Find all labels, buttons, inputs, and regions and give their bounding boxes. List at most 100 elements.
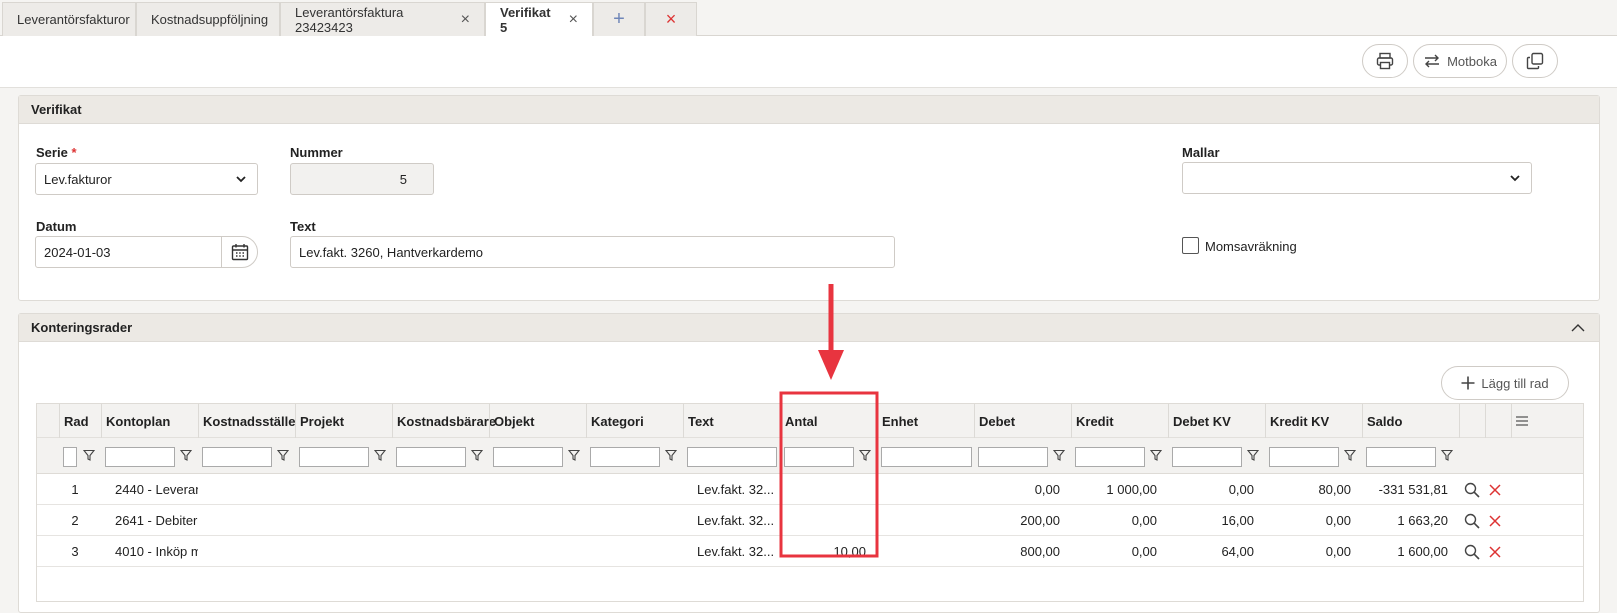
mallar-select[interactable] xyxy=(1182,162,1532,194)
delete-icon[interactable] xyxy=(1489,505,1507,536)
print-button[interactable] xyxy=(1362,44,1408,78)
motboka-button[interactable]: Motboka xyxy=(1413,44,1507,78)
cell-antal[interactable] xyxy=(780,505,866,536)
filter-checkbox[interactable] xyxy=(63,447,77,467)
table-row[interactable]: 3 4010 - Inköp ma Lev.fakt. 32... 10,00 … xyxy=(37,536,1583,567)
cell-text[interactable]: Lev.fakt. 32... xyxy=(697,536,777,567)
search-icon[interactable] xyxy=(1464,505,1484,536)
toolbar: Motboka xyxy=(0,36,1617,88)
filter-input-saldo[interactable] xyxy=(1366,447,1436,467)
filter-icon[interactable] xyxy=(82,449,96,464)
chevron-up-icon[interactable] xyxy=(1571,322,1585,334)
filter-icon[interactable] xyxy=(567,449,581,464)
filter-icon[interactable] xyxy=(1052,449,1066,464)
delete-icon[interactable] xyxy=(1489,474,1507,505)
cell-kredit-kv[interactable]: 80,00 xyxy=(1265,474,1351,505)
cell-debet-kv[interactable]: 0,00 xyxy=(1168,474,1254,505)
column-header-enhet[interactable]: Enhet xyxy=(877,404,974,438)
column-header-debet[interactable]: Debet xyxy=(974,404,1071,438)
calendar-button[interactable] xyxy=(221,236,258,268)
column-header-text[interactable]: Text xyxy=(683,404,780,438)
filter-icon[interactable] xyxy=(1440,449,1454,464)
text-input[interactable]: Lev.fakt. 3260, Hantverkardemo xyxy=(290,236,895,268)
cell-kredit-kv[interactable]: 0,00 xyxy=(1265,505,1351,536)
column-header-objekt[interactable]: Objekt xyxy=(489,404,586,438)
close-icon[interactable]: × xyxy=(461,11,470,29)
filter-input-kostnadsstalle[interactable] xyxy=(202,447,272,467)
column-header-rad[interactable]: Rad xyxy=(59,404,101,438)
table-row[interactable]: 2 2641 - Debiterac Lev.fakt. 32... 200,0… xyxy=(37,505,1583,536)
cell-debet[interactable]: 800,00 xyxy=(974,536,1060,567)
column-header-antal[interactable]: Antal xyxy=(780,404,877,438)
column-header-kategori[interactable]: Kategori xyxy=(586,404,683,438)
cell-debet-kv[interactable]: 64,00 xyxy=(1168,536,1254,567)
filter-input-debet-kv[interactable] xyxy=(1172,447,1242,467)
delete-icon[interactable] xyxy=(1489,536,1507,567)
filter-icon[interactable] xyxy=(664,449,678,464)
datum-input[interactable]: 2024-01-03 xyxy=(35,236,222,268)
cell-saldo: -331 531,81 xyxy=(1378,482,1448,497)
cell-kontoplan[interactable]: 2641 - Debiterac xyxy=(115,505,198,536)
add-tab-button[interactable]: + xyxy=(593,2,645,36)
filter-input-enhet[interactable] xyxy=(881,447,972,467)
filter-icon[interactable] xyxy=(1246,449,1260,464)
cell-debet-kv[interactable]: 16,00 xyxy=(1168,505,1254,536)
cell-kontoplan[interactable]: 2440 - Leverantö xyxy=(115,474,198,505)
required-marker: * xyxy=(71,145,77,160)
cell-antal[interactable] xyxy=(780,474,866,505)
cell-text[interactable]: Lev.fakt. 32... xyxy=(697,474,777,505)
cell-antal[interactable]: 10,00 xyxy=(780,536,866,567)
cell-kredit[interactable]: 0,00 xyxy=(1071,505,1157,536)
copy-button[interactable] xyxy=(1512,44,1558,78)
column-header-kostnadsbarare[interactable]: Kostnadsbärare xyxy=(392,404,496,438)
filter-icon[interactable] xyxy=(373,449,387,464)
column-header-projekt[interactable]: Projekt xyxy=(295,404,392,438)
filter-input-objekt[interactable] xyxy=(493,447,563,467)
filter-icon[interactable] xyxy=(276,449,290,464)
column-header-saldo[interactable]: Saldo xyxy=(1362,404,1459,438)
cell-kredit-kv[interactable]: 0,00 xyxy=(1265,536,1351,567)
tab-label: Kostnadsuppföljning xyxy=(151,12,269,27)
search-icon[interactable] xyxy=(1464,536,1484,567)
column-header-actions xyxy=(1485,404,1511,438)
close-all-tabs-button[interactable]: × xyxy=(645,2,697,36)
column-header-kostnadsstalle[interactable]: Kostnadsställe xyxy=(198,404,295,438)
cell-debet[interactable]: 0,00 xyxy=(974,474,1060,505)
cell-text[interactable]: Lev.fakt. 32... xyxy=(697,505,777,536)
tab-leverantorsfaktura[interactable]: Leverantörsfaktura 23423423 × xyxy=(280,2,485,36)
add-row-button[interactable]: Lägg till rad xyxy=(1441,366,1569,400)
filter-input-kategori[interactable] xyxy=(590,447,660,467)
column-header-kontoplan[interactable]: Kontoplan xyxy=(101,404,198,438)
column-header-kredit[interactable]: Kredit xyxy=(1071,404,1168,438)
filter-input-kredit[interactable] xyxy=(1075,447,1145,467)
close-icon[interactable]: × xyxy=(569,11,578,29)
cell-debet[interactable]: 200,00 xyxy=(974,505,1060,536)
filter-input-kredit-kv[interactable] xyxy=(1269,447,1339,467)
filter-input-debet[interactable] xyxy=(978,447,1048,467)
menu-icon xyxy=(1515,416,1528,426)
filter-input-projekt[interactable] xyxy=(299,447,369,467)
column-header-kredit-kv[interactable]: Kredit KV xyxy=(1265,404,1362,438)
filter-icon[interactable] xyxy=(179,449,193,464)
filter-icon[interactable] xyxy=(1149,449,1163,464)
tab-leverantorsfakturor[interactable]: Leverantörsfakturor xyxy=(2,2,136,36)
cell-kredit[interactable]: 0,00 xyxy=(1071,536,1157,567)
cell-kontoplan[interactable]: 4010 - Inköp ma xyxy=(115,536,198,567)
printer-icon xyxy=(1376,52,1394,70)
filter-icon[interactable] xyxy=(470,449,484,464)
filter-icon[interactable] xyxy=(1343,449,1357,464)
serie-select[interactable]: Lev.fakturor xyxy=(35,163,258,195)
filter-input-kostnadsbarare[interactable] xyxy=(396,447,466,467)
tab-verifikat[interactable]: Verifikat 5 × xyxy=(485,2,593,37)
filter-input-text[interactable] xyxy=(687,447,777,467)
filter-input-kontoplan[interactable] xyxy=(105,447,175,467)
momsavrakning-checkbox[interactable] xyxy=(1182,237,1199,254)
search-icon[interactable] xyxy=(1464,474,1484,505)
cell-kredit[interactable]: 1 000,00 xyxy=(1071,474,1157,505)
column-header-debet-kv[interactable]: Debet KV xyxy=(1168,404,1265,438)
column-menu-button[interactable] xyxy=(1511,404,1531,438)
filter-input-antal[interactable] xyxy=(784,447,854,467)
filter-icon[interactable] xyxy=(858,449,872,464)
table-row[interactable]: 1 2440 - Leverantö Lev.fakt. 32... 0,00 … xyxy=(37,474,1583,505)
tab-kostnadsuppfoljning[interactable]: Kostnadsuppföljning xyxy=(136,2,280,36)
